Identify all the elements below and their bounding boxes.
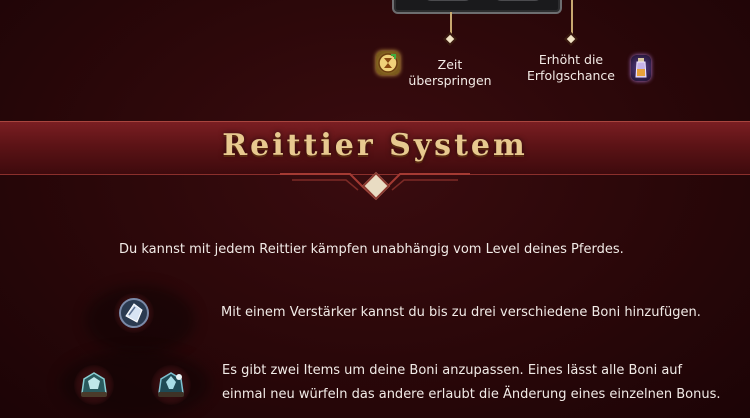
potion-icon[interactable] bbox=[631, 55, 651, 81]
connector-node bbox=[445, 34, 455, 44]
connector-right bbox=[566, 0, 576, 44]
frame-slot-left bbox=[424, 0, 472, 1]
amplifier-gem-icon[interactable] bbox=[114, 293, 154, 333]
hourglass-scroll-icon[interactable] bbox=[376, 51, 400, 75]
top-panel-frame bbox=[392, 0, 562, 14]
items-text-line1: Es gibt zwei Items um deine Boni anzupas… bbox=[222, 363, 683, 378]
change-stone-icon[interactable] bbox=[151, 365, 191, 405]
frame-slot-right bbox=[494, 0, 542, 1]
amplifier-text: Mit einem Verstärker kannst du bis zu dr… bbox=[221, 305, 701, 320]
increase-chance-label: Erhöht die Erfolgschance bbox=[527, 52, 615, 83]
connector-node bbox=[566, 34, 576, 44]
skip-time-label: Zeit überspringen bbox=[408, 57, 492, 88]
intro-text: Du kannst mit jedem Reittier kämpfen una… bbox=[119, 242, 624, 257]
reroll-stone-icon[interactable] bbox=[74, 365, 114, 405]
section-title: Reittier System bbox=[222, 128, 528, 163]
items-text-line2: einmal neu würfeln das andere erlaubt di… bbox=[222, 387, 721, 402]
section-banner: Reittier System bbox=[0, 121, 750, 175]
connector-left bbox=[445, 12, 455, 44]
